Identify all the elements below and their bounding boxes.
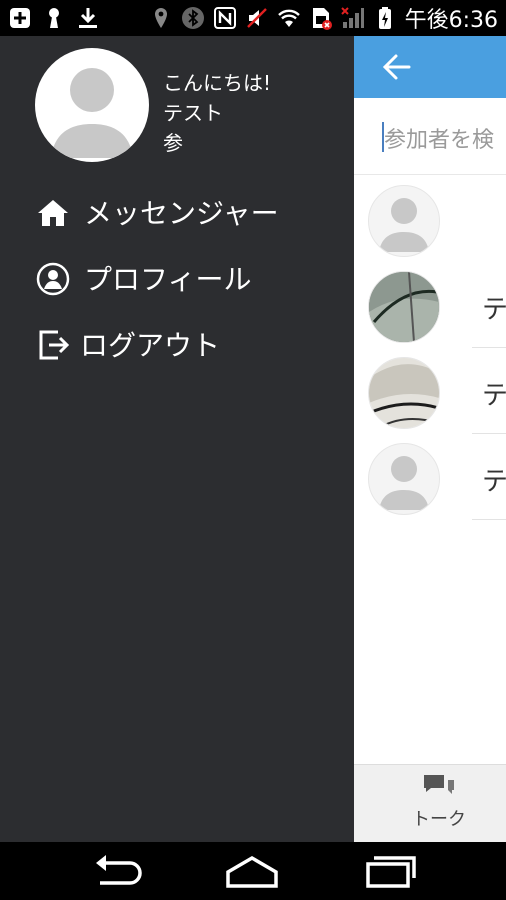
status-right-icons: 午後6:36 — [149, 4, 498, 33]
user-avatar[interactable] — [35, 48, 149, 162]
participant-list: テ テ テ — [354, 176, 506, 520]
back-arrow-icon[interactable] — [380, 52, 412, 82]
menu-item-profile[interactable]: プロフィール — [0, 252, 354, 318]
person-silhouette-icon — [379, 198, 429, 252]
avatar — [368, 271, 440, 343]
wifi-icon — [277, 9, 300, 27]
avatar — [368, 357, 440, 429]
user-greeting: こんにちは! テスト 参 — [163, 68, 271, 158]
search-placeholder: 参加者を検 — [384, 128, 495, 153]
menu-item-label: プロフィール — [84, 263, 252, 296]
status-time: 午後6:36 — [404, 8, 498, 33]
app-panel: 参加者を検 テ テ テ トーク — [354, 36, 506, 842]
greeting-hello: こんにちは! — [163, 71, 272, 95]
drawer-menu: メッセンジャー プロフィール ログアウト — [0, 186, 354, 384]
home-icon — [38, 200, 68, 226]
system-nav-bar — [0, 842, 506, 900]
row-divider — [472, 519, 506, 520]
location-icon — [154, 8, 167, 28]
tab-talk[interactable]: トーク — [394, 773, 484, 839]
participant-row[interactable] — [354, 176, 506, 262]
bottom-tab-bar: トーク — [354, 764, 506, 842]
menu-item-logout[interactable]: ログアウト — [0, 318, 354, 384]
navigation-drawer: こんにちは! テスト 参 メッセンジャー プロフィール ログアウト — [0, 36, 354, 842]
keyhole-icon — [49, 8, 59, 28]
app-bar — [354, 36, 506, 98]
menu-item-label: ログアウト — [80, 329, 221, 362]
participant-name: テ — [482, 381, 506, 411]
participant-row[interactable]: テ — [354, 348, 506, 434]
photo-avatar — [369, 272, 439, 342]
download-icon — [79, 8, 97, 28]
mute-icon — [246, 8, 267, 28]
participant-search-input[interactable]: 参加者を検 — [354, 98, 506, 175]
menu-item-messenger[interactable]: メッセンジャー — [0, 186, 354, 252]
bluetooth-icon — [181, 7, 204, 29]
menu-item-label: メッセンジャー — [84, 197, 279, 230]
chat-bubbles-icon — [424, 775, 454, 794]
participant-name: テ — [482, 467, 506, 497]
avatar — [368, 443, 440, 515]
user-name: テスト — [163, 101, 223, 125]
person-silhouette-icon — [379, 456, 429, 510]
tab-talk-label: トーク — [412, 809, 466, 830]
battery-icon — [378, 7, 391, 29]
status-bar: 午後6:36 — [0, 0, 506, 36]
profile-icon — [36, 262, 70, 296]
plus-icon — [10, 8, 30, 28]
avatar — [368, 185, 440, 257]
person-silhouette-icon — [51, 68, 133, 158]
participant-row[interactable]: テ — [354, 434, 506, 520]
photo-avatar — [369, 358, 439, 428]
user-role: 参 — [163, 131, 183, 155]
home-nav-icon[interactable] — [222, 852, 282, 890]
participant-row[interactable]: テ — [354, 262, 506, 348]
logout-icon — [39, 330, 70, 360]
back-icon[interactable] — [88, 852, 148, 890]
nfc-icon — [213, 7, 236, 29]
sim-icon — [312, 8, 332, 30]
recent-apps-icon[interactable] — [360, 852, 420, 890]
status-left-icons — [8, 5, 100, 31]
participant-name: テ — [482, 295, 506, 325]
signal-icon — [340, 7, 364, 28]
